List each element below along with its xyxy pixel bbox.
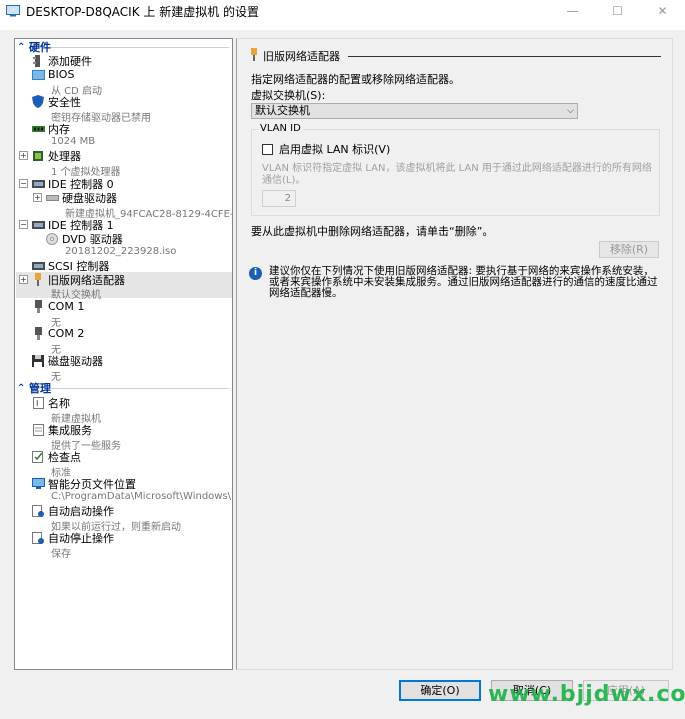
smart-paging-icon: [31, 478, 45, 490]
shield-icon: [31, 95, 45, 108]
close-button[interactable]: ✕: [640, 0, 685, 22]
tree-item-com2[interactable]: COM 2: [31, 327, 84, 340]
tree-item-sub: 1 个虚拟处理器: [51, 167, 121, 178]
category-hardware[interactable]: ⌃ 硬件: [17, 40, 51, 54]
hyper-v-icon: [6, 5, 20, 17]
tree-item-security[interactable]: 安全性: [31, 95, 81, 109]
svg-text:I: I: [36, 399, 38, 408]
tree-item-integration-services[interactable]: 集成服务: [31, 423, 92, 437]
info-icon: i: [249, 267, 262, 280]
tree-item-ide-controller-1[interactable]: − IDE 控制器 1: [19, 218, 114, 232]
name-icon: I: [31, 396, 45, 409]
chevron-down-icon: ⌵: [567, 106, 574, 116]
maximize-button[interactable]: ☐: [595, 0, 640, 22]
info-text: 建议你仅在下列情况下使用旧版网络适配器: 要执行基于网络的来宾操作系统安装，或者…: [269, 265, 658, 299]
integration-services-icon: [31, 423, 45, 436]
tree-item-sub: 无: [51, 372, 61, 383]
section-header: 旧版网络适配器: [249, 48, 661, 64]
vlan-id-input[interactable]: 2: [262, 190, 296, 207]
window-title: DESKTOP-D8QACIK 上 新建虚拟机 的设置: [26, 4, 260, 19]
ok-button[interactable]: 确定(O): [399, 680, 481, 701]
tree-item-bios[interactable]: BIOS: [31, 68, 74, 81]
tree-item-diskette-drive[interactable]: 磁盘驱动器: [31, 354, 103, 368]
tree-item-name[interactable]: I 名称: [31, 396, 70, 410]
vlan-group: VLAN ID 启用虚拟 LAN 标识(V) VLAN 标识符指定虚拟 LAN，…: [251, 123, 660, 216]
enable-vlan-checkbox[interactable]: 启用虚拟 LAN 标识(V): [262, 141, 390, 157]
tree-item-sub: 1024 MB: [51, 136, 96, 147]
remove-button[interactable]: 移除(R): [599, 241, 659, 258]
tree-item-smart-paging[interactable]: 智能分页文件位置: [31, 477, 136, 491]
expand-icon[interactable]: +: [33, 193, 42, 202]
settings-detail-panel: 旧版网络适配器 指定网络适配器的配置或移除网络适配器。 虚拟交换机(S): 默认…: [236, 38, 673, 670]
tree-item-legacy-network-adapter[interactable]: + 旧版网络适配器: [19, 273, 125, 287]
tree-item-sub: 新建虚拟机_94FCAC28-8129-4CFE-9...: [65, 209, 233, 220]
auto-start-icon: [31, 504, 45, 517]
auto-stop-icon: [31, 531, 45, 544]
tree-item-processor[interactable]: + 处理器: [19, 149, 81, 163]
ide-controller-icon: [31, 178, 45, 190]
com-port-icon: [31, 300, 45, 313]
category-management[interactable]: ⌃ 管理: [17, 381, 51, 395]
tree-item-memory[interactable]: 内存: [31, 122, 70, 136]
tree-item-add-hardware[interactable]: 添加硬件: [31, 54, 92, 68]
network-adapter-icon: [249, 48, 259, 64]
collapse-node-icon[interactable]: −: [19, 220, 28, 229]
network-adapter-icon: [31, 273, 45, 286]
vlan-group-label: VLAN ID: [258, 123, 303, 134]
com-port-icon: [31, 327, 45, 340]
expand-icon[interactable]: +: [19, 275, 28, 284]
tree-item-sub: 密钥存储驱动器已禁用: [51, 113, 151, 124]
collapse-icon[interactable]: ⌃: [17, 383, 29, 394]
dvd-icon: [45, 232, 59, 245]
tree-item-scsi-controller[interactable]: SCSI 控制器: [31, 259, 109, 273]
settings-tree[interactable]: ⌃ 硬件 添加硬件 BIOS 从 CD 启动 安全性 密钥存储驱动器已禁用 内存…: [14, 38, 233, 670]
tree-item-sub: 新建虚拟机: [51, 414, 101, 425]
add-hardware-icon: [31, 54, 45, 67]
expand-icon[interactable]: +: [19, 151, 28, 160]
processor-icon: [31, 150, 45, 162]
checkpoint-icon: [31, 450, 45, 463]
scsi-controller-icon: [31, 260, 45, 272]
title-bar: DESKTOP-D8QACIK 上 新建虚拟机 的设置 — ☐ ✕: [0, 0, 685, 22]
remove-instructions: 要从此虚拟机中删除网络适配器，请单击“删除”。: [251, 225, 494, 238]
virtual-switch-label: 虚拟交换机(S):: [251, 89, 326, 102]
memory-icon: [31, 123, 45, 135]
tree-item-hard-drive[interactable]: + 硬盘驱动器: [33, 191, 117, 205]
floppy-icon: [31, 354, 45, 367]
section-title: 旧版网络适配器: [263, 50, 340, 63]
tree-item-sub: 提供了一些服务: [51, 441, 121, 452]
tree-item-sub: 保存: [51, 549, 71, 560]
tree-item-sub: 标准: [51, 468, 71, 479]
checkbox-box[interactable]: [262, 143, 273, 155]
tree-item-sub: 无: [51, 318, 61, 329]
tree-item-com1[interactable]: COM 1: [31, 300, 84, 313]
tree-item-sub: 20181202_223928.iso: [65, 246, 177, 257]
section-description: 指定网络适配器的配置或移除网络适配器。: [251, 73, 460, 86]
tree-item-sub: 如果以前运行过，则重新启动: [51, 522, 181, 533]
tree-item-auto-start[interactable]: 自动启动操作: [31, 504, 114, 518]
tree-item-auto-stop[interactable]: 自动停止操作: [31, 531, 114, 545]
collapse-node-icon[interactable]: −: [19, 179, 28, 188]
collapse-icon[interactable]: ⌃: [17, 42, 29, 53]
hard-drive-icon: [45, 192, 59, 204]
bios-icon: [31, 69, 45, 81]
tree-item-ide-controller-0[interactable]: − IDE 控制器 0: [19, 177, 114, 191]
dialog-client: ⌃ 硬件 添加硬件 BIOS 从 CD 启动 安全性 密钥存储驱动器已禁用 内存…: [0, 30, 685, 719]
virtual-switch-select[interactable]: 默认交换机 ⌵: [251, 103, 578, 119]
tree-item-sub: 从 CD 启动: [51, 86, 103, 97]
tree-item-sub: 默认交换机: [51, 290, 101, 301]
vlan-help-text: VLAN 标识符指定虚拟 LAN，该虚拟机将此 LAN 用于通过此网络适配器进行…: [262, 163, 652, 186]
ide-controller-icon: [31, 219, 45, 231]
minimize-button[interactable]: —: [550, 0, 595, 22]
tree-item-sub: C:\ProgramData\Microsoft\Windows\Hyper-V: [51, 491, 231, 502]
info-message: i 建议你仅在下列情况下使用旧版网络适配器: 要执行基于网络的来宾操作系统安装，…: [249, 266, 664, 299]
tree-item-dvd-drive[interactable]: DVD 驱动器: [45, 232, 123, 246]
tree-item-checkpoints[interactable]: 检查点: [31, 450, 81, 464]
watermark: www.bjjdwx.com: [488, 682, 685, 707]
tree-item-sub: 无: [51, 345, 61, 356]
